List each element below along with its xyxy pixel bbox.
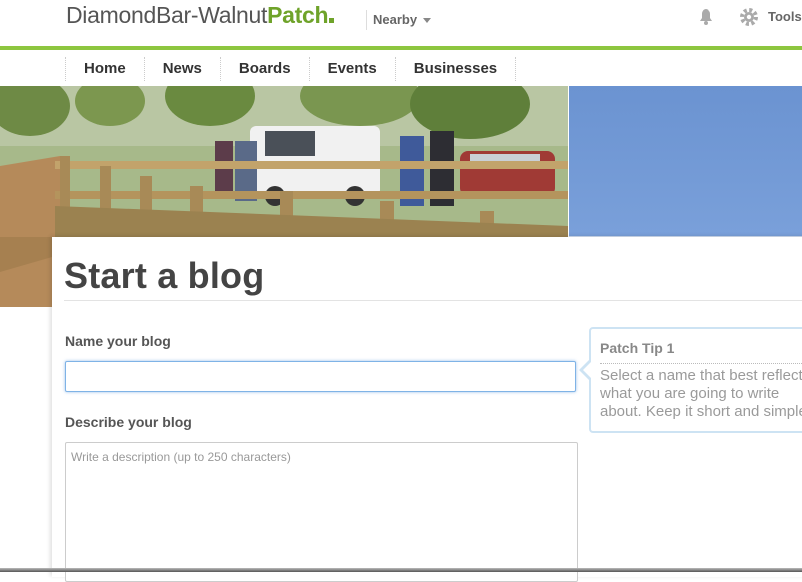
brand-name: DiamondBar-Walnut <box>66 2 268 28</box>
nearby-dropdown[interactable]: Nearby <box>373 12 432 27</box>
title-divider <box>64 300 802 301</box>
blog-description-input[interactable] <box>65 442 578 582</box>
chevron-down-icon <box>423 18 432 24</box>
tools-menu[interactable]: Tools <box>768 9 802 24</box>
tip-title: Patch Tip 1 <box>600 340 675 356</box>
nav-item-boards[interactable]: Boards <box>219 57 309 81</box>
nav-item-events[interactable]: Events <box>308 57 395 81</box>
blog-name-input[interactable] <box>65 361 576 392</box>
tip-body: Select a name that best reflects what yo… <box>600 367 802 420</box>
nearby-label: Nearby <box>373 12 418 27</box>
brand-patch: Patch <box>267 2 329 28</box>
hero-banner <box>0 86 802 237</box>
brand-dot <box>329 18 335 23</box>
hero-photo <box>0 86 568 237</box>
blog-description-label: Describe your blog <box>65 414 192 430</box>
header-divider <box>366 10 367 30</box>
top-bar: DiamondBar-WalnutPatch Nearby Tools <box>0 0 802 46</box>
tip-arrow-inner <box>583 361 592 379</box>
hero-photo-overflow <box>0 237 52 307</box>
nav-item-businesses[interactable]: Businesses <box>394 57 517 81</box>
site-logo[interactable]: DiamondBar-WalnutPatch <box>66 2 335 29</box>
bell-icon[interactable] <box>696 6 716 26</box>
main-nav: Home News Boards Events Businesses <box>0 50 802 86</box>
nav-item-home[interactable]: Home <box>65 57 144 81</box>
blog-name-label: Name your blog <box>65 333 171 349</box>
patch-tip: Patch Tip 1 Select a name that best refl… <box>579 327 802 433</box>
gear-icon[interactable] <box>739 7 759 27</box>
nav-item-news[interactable]: News <box>143 57 220 81</box>
page-title: Start a blog <box>64 255 265 296</box>
window-bottom-edge <box>0 568 802 572</box>
hero-sky <box>569 86 802 237</box>
tip-divider <box>600 363 802 365</box>
